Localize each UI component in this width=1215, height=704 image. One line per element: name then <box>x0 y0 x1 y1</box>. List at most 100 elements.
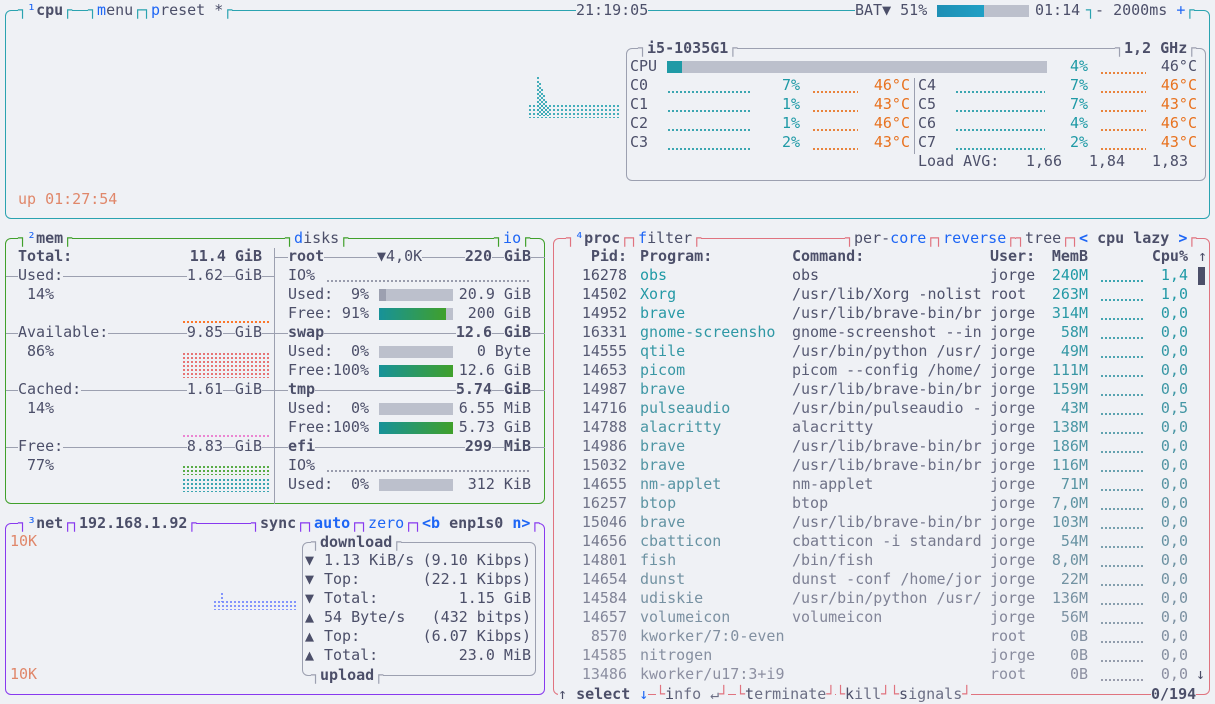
process-row[interactable]: 14657 volumeicon volumeicon jorge 56M 0,0 <box>558 608 1198 627</box>
disk-free-bar <box>379 365 453 377</box>
bracket-left: └ <box>836 685 846 703</box>
pid-header[interactable]: Pid: <box>591 247 627 266</box>
process-row[interactable]: 14585 nitrogen jorge 0B 0,0 <box>558 646 1198 665</box>
sort-selector[interactable]: ┐< cpu lazy >┌ <box>1070 229 1197 248</box>
process-program: brave <box>640 304 686 322</box>
hotkey: i <box>503 229 513 247</box>
process-row[interactable]: 14653 picom picom --config /home/jorge 111M… <box>558 361 1198 380</box>
process-row[interactable]: 15046 brave/usr/lib/brave-bin/br jorge 103M… <box>558 513 1198 532</box>
process-cpu: 0,0 <box>1160 437 1188 455</box>
process-row[interactable]: 14654 dunst dunst -conf /home/jor jorge 22M 0… <box>558 570 1198 589</box>
core-percent: 1% <box>781 114 800 132</box>
disks-tab[interactable]: ┐disks┌ <box>285 229 349 248</box>
cpu-total-bar <box>667 61 1047 73</box>
update-interval-control[interactable]: ┐- 2000ms +┌ <box>1086 1 1195 20</box>
process-row[interactable]: 15032 brave/usr/lib/brave-bin/br jorge 116M… <box>558 456 1198 475</box>
proc-title: proc <box>584 229 621 247</box>
mem-header[interactable]: MemB <box>1052 247 1088 266</box>
process-row[interactable]: 14987 brave/usr/lib/brave-bin/br jorge 159M… <box>558 380 1198 399</box>
process-row[interactable]: 14952 brave/usr/lib/brave-bin/br jorge 314M… <box>558 304 1198 323</box>
net-scale-top: 10K <box>10 532 38 550</box>
process-row[interactable]: 14555 qtile/usr/bin/python /usr/jorge 49M 0… <box>558 342 1198 361</box>
process-row[interactable]: 14584 udiskie/usr/bin/python /usr/jorge 13… <box>558 589 1198 608</box>
process-row[interactable]: 14716 pulseaudio/usr/bin/pulseaudio - jorg… <box>558 399 1198 418</box>
process-row[interactable]: 16278 obs obs jorge 240M 1,4 <box>558 266 1198 285</box>
process-row[interactable]: 14986 brave/usr/lib/brave-bin/br jorge 186M… <box>558 437 1198 456</box>
core-percent: 2% <box>781 133 800 151</box>
tree-toggle[interactable]: ┐tree┌ <box>1016 229 1071 248</box>
interface-selector[interactable]: ┐<b enp1s0 n>┌ <box>413 514 540 533</box>
process-mem: 136M <box>1051 589 1088 607</box>
bracket-left: └ <box>656 685 666 703</box>
disk-io-rate: ▼4,0K <box>377 247 423 266</box>
per-core-label-rest: ore <box>899 229 927 247</box>
process-row[interactable]: 8570 kworker/7:0-even root 0B 0,0 <box>558 627 1198 646</box>
ip-address: 192.168.1.92 <box>79 514 188 532</box>
core-usage-graph <box>667 127 751 131</box>
command-header[interactable]: Command: <box>792 247 864 266</box>
auto-button[interactable]: ┐auto┌ <box>305 514 360 533</box>
filter-label: ilter <box>647 229 693 247</box>
sync-button[interactable]: ┐sync┌ <box>251 514 306 533</box>
process-row[interactable]: 16331 gnome-screensho gnome-screenshot --i… <box>558 323 1198 342</box>
disk-free-bar <box>379 422 453 434</box>
zero-button[interactable]: ┐zero┌ <box>359 514 414 533</box>
filter-button[interactable]: ┐filter┌ <box>629 229 702 248</box>
process-mem: 71M <box>1060 475 1088 493</box>
info-button[interactable]: └info ↵┘ <box>656 685 729 704</box>
bracket-left: ┐ <box>638 39 648 57</box>
process-mem: 240M <box>1051 266 1088 284</box>
process-row[interactable]: 14801 fish/bin/fish jorge 8,0M 0,0 <box>558 551 1198 570</box>
disk-stat-value: 312 KiB <box>467 475 531 493</box>
process-pid: 15046 <box>581 513 627 531</box>
disk-stat-value: 12.6 GiB <box>458 361 531 379</box>
upload-tab: ┐upload┌ <box>311 666 384 685</box>
process-row[interactable]: 14788 alacritty alacritty jorge 138M 0,0 <box>558 418 1198 437</box>
disk-name: root <box>288 247 325 266</box>
box-number: ⁴ <box>575 229 585 247</box>
reverse-toggle[interactable]: ┐reverse┌ <box>934 229 1016 248</box>
disk-stat-label: Used: <box>288 475 334 493</box>
bracket-right: ┌ <box>1187 39 1197 57</box>
scroll-up-icon[interactable]: ↑ <box>1198 247 1207 266</box>
core-separator <box>914 78 915 154</box>
signals-button[interactable]: └signals┘ <box>890 685 972 704</box>
cpu-header[interactable]: Cpu% <box>1152 247 1188 266</box>
io-label: o <box>512 229 522 247</box>
process-row[interactable]: 16257 btop btop jorge 7,0M 0,0 <box>558 494 1198 513</box>
disk-stat-value: 20.9 GiB <box>458 285 531 303</box>
cpu-total-temp: 46°C <box>1160 57 1197 75</box>
process-cpu: 0,0 <box>1160 456 1188 474</box>
user-header[interactable]: User: <box>990 247 1035 266</box>
preset-button[interactable]: ┐preset *┌ <box>142 1 233 20</box>
kill-button[interactable]: └kill┘ <box>836 685 891 704</box>
core-temp-graph <box>1100 89 1146 93</box>
bracket-left: ┐ <box>285 229 295 247</box>
net-graph-spike <box>220 592 223 602</box>
process-row[interactable]: 14656 cbatticon cbatticon -i standard jorge… <box>558 532 1198 551</box>
process-row[interactable]: 14502 Xorg/usr/lib/Xorg -nolist root 263M 1,… <box>558 285 1198 304</box>
scrollbar-thumb[interactable] <box>1198 267 1205 285</box>
process-row[interactable]: 14655 nm-applet nm-applet jorge 71M 0,0 <box>558 475 1198 494</box>
terminate-button[interactable]: └terminate┘ <box>736 685 836 704</box>
per-core-toggle[interactable]: ┐per-core┌ <box>845 229 936 248</box>
zero-label: ero <box>377 514 405 532</box>
scroll-down-icon[interactable]: ↓ <box>1196 665 1205 684</box>
net-stat-up-arrow-icon: ▲ <box>305 646 315 664</box>
proc-footer-select[interactable]: ↑ select ↓ <box>558 685 649 704</box>
io-toggle-button[interactable]: ┐io┌ <box>494 229 531 248</box>
bracket-right: ┌ <box>63 229 73 247</box>
bracket-right: ┌ <box>187 514 197 532</box>
menu-button[interactable]: ┐menu┌ <box>88 1 143 20</box>
disk-unit: GiB <box>503 380 531 399</box>
hotkey: p <box>151 1 161 19</box>
process-cpu-graph <box>1100 469 1144 472</box>
core-temp-graph <box>1100 146 1146 150</box>
box-number: ¹ <box>27 1 37 19</box>
process-row[interactable]: 13486 kworker/u17:3+i9 root 0B 0,0 <box>558 665 1198 684</box>
process-cpu-graph <box>1100 678 1144 681</box>
net-download-graph <box>213 600 297 610</box>
process-mem: 111M <box>1051 361 1088 379</box>
program-header[interactable]: Program: <box>640 247 712 266</box>
process-program: udiskie <box>640 589 704 607</box>
